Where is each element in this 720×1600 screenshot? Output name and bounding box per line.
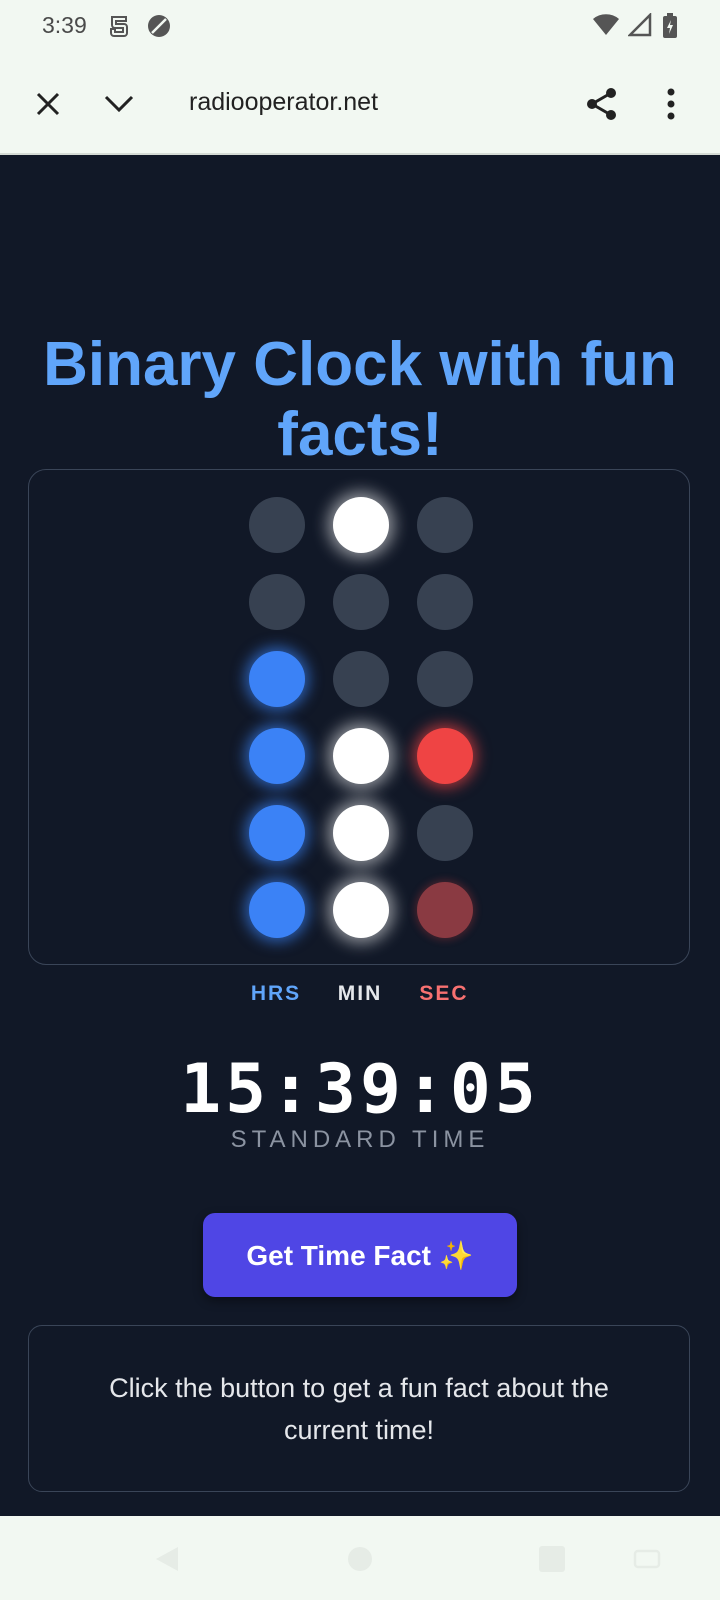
hours-bit-4 [249,728,305,784]
back-button[interactable] [152,1544,182,1579]
hours-bit-2 [249,574,305,630]
fact-box: Click the button to get a fun fact about… [28,1325,690,1492]
page-title: Binary Clock with fun facts! [43,330,677,469]
seconds-bit-6 [417,882,473,938]
close-icon [36,92,60,116]
share-button[interactable] [580,82,624,126]
status-time: 3:39 [42,12,87,38]
url-text[interactable]: radiooperator.net [189,88,378,117]
minutes-bit-3 [333,651,389,707]
hours-bit-5 [249,805,305,861]
home-button[interactable] [347,1546,373,1577]
seconds-bit-3 [417,651,473,707]
do-not-disturb-icon [146,13,172,44]
more-vertical-icon [667,88,675,120]
minutes-bit-5 [333,805,389,861]
fact-text: Click the button to get a fun fact about… [109,1372,609,1445]
time-mode-label[interactable]: STANDARD TIME [0,1126,720,1154]
status-bar: 3:39 [0,0,720,52]
minimize-button[interactable] [97,82,141,126]
home-circle-icon [348,1547,372,1571]
back-triangle-icon [156,1547,178,1571]
binary-clock [28,469,690,965]
hours-bit-1 [249,497,305,553]
hours-bit-3 [249,651,305,707]
rotate-button[interactable] [632,1546,662,1577]
recents-button[interactable] [538,1545,566,1578]
seconds-label: SEC [419,982,469,1005]
get-time-fact-button[interactable]: Get Time Fact ✨ [203,1213,517,1297]
hours-label: HRS [250,982,302,1005]
more-options-button[interactable] [649,82,693,126]
minutes-bit-6 [333,882,389,938]
chevron-down-icon [104,95,134,113]
minutes-bit-2 [333,574,389,630]
seconds-bit-2 [417,574,473,630]
minutes-bit-1 [333,497,389,553]
browser-toolbar: radiooperator.net [0,52,720,155]
hours-bit-6 [249,882,305,938]
seconds-bit-5 [417,805,473,861]
notification-icon [108,13,130,44]
minutes-label: MIN [337,982,383,1005]
battery-icon [662,13,678,44]
system-nav-bar [0,1516,720,1600]
digital-time: 15:39:05 [180,1050,540,1129]
rotate-icon [633,1549,661,1569]
minutes-bit-4 [333,728,389,784]
close-tab-button[interactable] [26,82,70,126]
recents-square-icon [539,1546,565,1572]
seconds-bit-1 [417,497,473,553]
cellular-signal-icon [626,11,652,42]
share-icon [587,88,616,120]
wifi-icon [592,13,620,42]
seconds-bit-4 [417,728,473,784]
